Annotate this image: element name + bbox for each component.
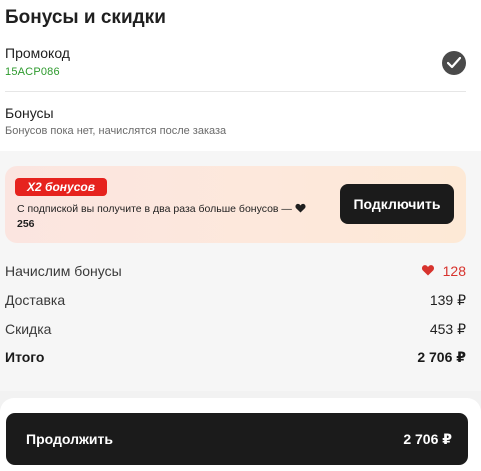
delivery-value: 139 ₽ [429,292,466,308]
discount-value: 453 ₽ [429,321,466,337]
delivery-label: Доставка [5,292,66,308]
promo-text: С подпиской вы получите в два раза больш… [17,203,292,215]
bonuses-label: Бонусы [5,105,54,121]
total-value: 2 706 ₽ [417,349,466,365]
promo-amount: 256 [17,218,35,230]
promo-label: Промокод [5,45,70,61]
promo-code-value[interactable]: 15ACP086 [5,66,60,78]
connect-button[interactable]: Подключить [340,184,454,224]
continue-button[interactable]: Продолжить 2 706 ₽ [6,413,468,465]
heart-icon [421,265,435,276]
continue-button-total: 2 706 ₽ [403,431,452,447]
heart-icon [295,203,306,213]
section-title: Бонусы и скидки [5,7,166,28]
bonuses-subtitle: Бонусов пока нет, начислятся после заказ… [5,125,227,137]
divider [5,91,466,92]
bonus-accrual-value: 128 [442,263,466,279]
discount-label: Скидка [5,321,52,337]
x2-bonus-badge: X2 бонусов [15,178,107,196]
bonus-accrual-label: Начислим бонусы [5,263,122,279]
continue-button-label: Продолжить [26,431,113,447]
check-icon[interactable] [442,51,466,75]
promo-description: С подпиской вы получите в два раза больш… [17,202,347,232]
total-label: Итого [5,349,45,365]
